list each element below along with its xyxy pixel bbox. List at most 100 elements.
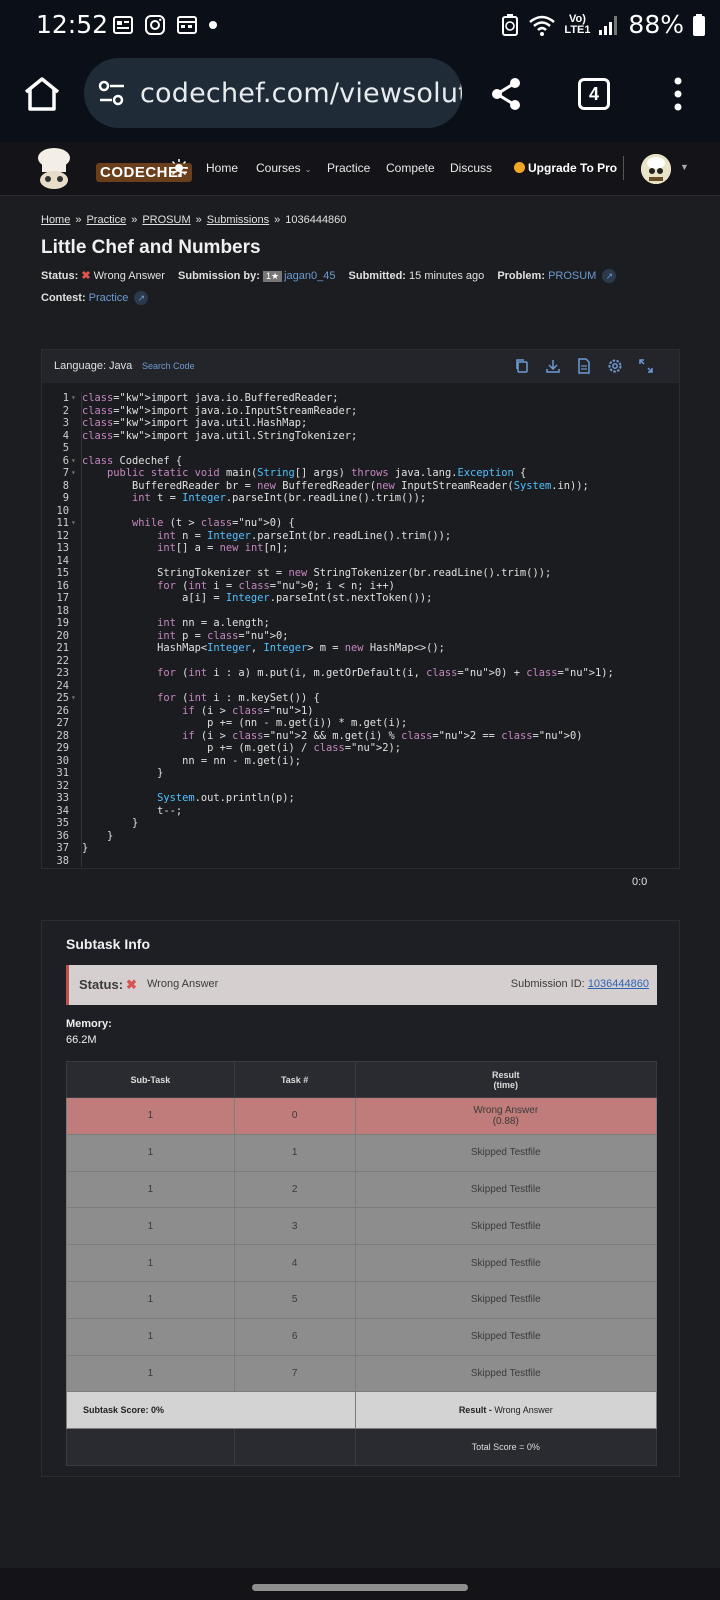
code-line[interactable]: 21 HashMap<Integer, Integer> m = new Has…: [42, 642, 679, 655]
result-cell: Wrong Answer (0.88): [354, 1097, 658, 1135]
table-row: 1 1 Skipped Testfile: [66, 1133, 658, 1172]
code-line[interactable]: 16 for (int i = class="nu">0; i < n; i++…: [42, 580, 679, 593]
code-line[interactable]: 12 int n = Integer.parseInt(br.readLine(…: [42, 530, 679, 543]
code-line[interactable]: 10: [42, 505, 679, 518]
file-icon[interactable]: [576, 358, 592, 374]
code-text: if (i > class="nu">1): [182, 704, 314, 717]
code-text: StringTokenizer st = new StringTokenizer…: [82, 567, 552, 579]
code-line[interactable]: 20 int p = class="nu">0;: [42, 630, 679, 643]
submitted-value: 15 minutes ago: [409, 270, 485, 282]
breadcrumb-submissions[interactable]: Submissions: [207, 214, 269, 226]
gesture-home-bar[interactable]: [252, 1584, 468, 1591]
code-line[interactable]: 27 p += (nn - m.get(i)) * m.get(i);: [42, 717, 679, 730]
codechef-logo[interactable]: CODECHEF: [34, 146, 193, 192]
nav-discuss[interactable]: Discuss: [450, 161, 492, 175]
code-line[interactable]: 23 for (int i : a) m.put(i, m.getOrDefau…: [42, 667, 679, 680]
code-line[interactable]: 8 BufferedReader br = new BufferedReader…: [42, 480, 679, 493]
fold-toggle-icon[interactable]: ▾: [71, 392, 76, 405]
nav-compete[interactable]: Compete: [386, 161, 435, 175]
table-row: 1 3 Skipped Testfile: [66, 1207, 658, 1246]
problem-link[interactable]: PROSUM: [548, 270, 596, 282]
code-line[interactable]: 1 ▾ class="kw">import java.io.BufferedRead…: [42, 392, 679, 405]
code-line[interactable]: 34 t--;: [42, 805, 679, 818]
code-line[interactable]: 15 StringTokenizer st = new StringTokeni…: [42, 567, 679, 580]
url-text[interactable]: codechef.com/viewsolut: [140, 78, 462, 109]
user-link[interactable]: jagan0_45: [284, 270, 335, 282]
fold-toggle-icon[interactable]: ▾: [71, 467, 76, 480]
external-link-icon[interactable]: ↗: [134, 291, 149, 305]
line-number: 26: [56, 704, 69, 717]
subtask-cell: 1: [66, 1317, 235, 1356]
code-line[interactable]: 5: [42, 442, 679, 455]
chevron-down-icon: ⌄: [304, 165, 312, 174]
line-number: 15: [56, 567, 69, 579]
code-line[interactable]: 19 int nn = a.length;: [42, 617, 679, 630]
breadcrumb-practice[interactable]: Practice: [86, 214, 126, 226]
code-line[interactable]: 28 if (i > class="nu">2 && m.get(i) % cl…: [42, 730, 679, 743]
result-text: Skipped Testfile: [470, 1183, 541, 1195]
code-line[interactable]: 6 ▾ class Codechef {: [42, 455, 679, 468]
avatar[interactable]: [641, 154, 671, 184]
nav-courses[interactable]: Courses ⌄: [256, 161, 311, 175]
system-status-bar: 12:52 Vo) LTE1 88%: [0, 0, 720, 50]
contest-link[interactable]: Practice: [89, 292, 129, 304]
code-line[interactable]: 17 a[i] = Integer.parseInt(st.nextToken(…: [42, 592, 679, 605]
breadcrumb-home[interactable]: Home: [41, 214, 70, 226]
code-line[interactable]: 14: [42, 555, 679, 568]
fold-toggle-icon[interactable]: ▾: [71, 692, 76, 705]
download-icon[interactable]: [545, 358, 561, 374]
result-cell: Skipped Testfile: [354, 1244, 658, 1282]
code-line[interactable]: 32: [42, 780, 679, 793]
subtask-cell: 1: [66, 1097, 235, 1135]
tab-switcher-button[interactable]: 4: [578, 78, 610, 110]
nav-practice[interactable]: Practice: [327, 161, 370, 175]
code-line[interactable]: 36 }: [42, 830, 679, 843]
code-line[interactable]: 18: [42, 605, 679, 618]
settings-gear-icon[interactable]: [607, 358, 623, 374]
status-label: Status:: [79, 977, 124, 992]
code-line[interactable]: 37}: [42, 842, 679, 855]
code-text: System.out.println(p);: [157, 792, 295, 804]
code-line[interactable]: 31 }: [42, 767, 679, 780]
fullscreen-icon[interactable]: [638, 358, 654, 374]
nav-home[interactable]: Home: [206, 161, 238, 175]
breadcrumb-problem[interactable]: PROSUM: [142, 214, 190, 226]
code-line[interactable]: 2 class="kw">import java.io.InputStreamRe…: [42, 405, 679, 418]
code-lines[interactable]: 1 ▾ class="kw">import java.io.BufferedRead…: [42, 392, 679, 867]
code-line[interactable]: 4 class="kw">import java.util.StringToken…: [42, 430, 679, 443]
result-cell: Skipped Testfile: [354, 1170, 658, 1209]
code-line[interactable]: 11 ▾ while (t > class="nu">0) {: [42, 517, 679, 530]
upgrade-button[interactable]: Upgrade To Pro: [514, 161, 617, 175]
breadcrumb-separator: »: [195, 214, 202, 226]
code-line[interactable]: 7 ▾ public static void main(String[] args…: [42, 467, 679, 480]
site-settings-icon[interactable]: [98, 80, 126, 106]
code-line[interactable]: 35 }: [42, 817, 679, 830]
battery-icon: [693, 13, 705, 36]
code-line[interactable]: 33 System.out.println(p);: [42, 792, 679, 805]
search-code-link[interactable]: Search Code: [142, 361, 195, 371]
code-line[interactable]: 26 if (i > class="nu">1): [42, 705, 679, 718]
code-line[interactable]: 9 int t = Integer.parseInt(br.readLine()…: [42, 492, 679, 505]
submission-id-link[interactable]: 1036444860: [588, 978, 649, 990]
address-bar[interactable]: codechef.com/viewsolut: [84, 58, 462, 128]
copy-icon[interactable]: [514, 358, 530, 374]
code-line[interactable]: 22: [42, 655, 679, 668]
code-line[interactable]: 25 ▾ for (int i : m.keySet()) {: [42, 692, 679, 705]
code-line[interactable]: 38: [42, 855, 679, 868]
fold-toggle-icon[interactable]: ▾: [71, 455, 76, 468]
theme-toggle-icon[interactable]: [170, 159, 188, 177]
code-line[interactable]: 30 nn = nn - m.get(i);: [42, 755, 679, 768]
code-text: class Codechef {: [82, 454, 183, 467]
line-number: 20: [56, 629, 69, 642]
code-line[interactable]: 3 class="kw">import java.util.HashMap;: [42, 417, 679, 430]
more-menu-icon[interactable]: [672, 76, 684, 112]
share-icon[interactable]: [488, 76, 524, 112]
external-link-icon[interactable]: ↗: [602, 269, 617, 283]
account-menu-caret-icon[interactable]: ▼: [680, 162, 689, 172]
home-icon[interactable]: [22, 74, 62, 114]
code-line[interactable]: 24: [42, 680, 679, 693]
code-line[interactable]: 13 int[] a = new int[n];: [42, 542, 679, 555]
status-label: Status:: [41, 270, 79, 282]
code-line[interactable]: 29 p += (m.get(i) / class="nu">2);: [42, 742, 679, 755]
fold-toggle-icon[interactable]: ▾: [71, 517, 76, 530]
